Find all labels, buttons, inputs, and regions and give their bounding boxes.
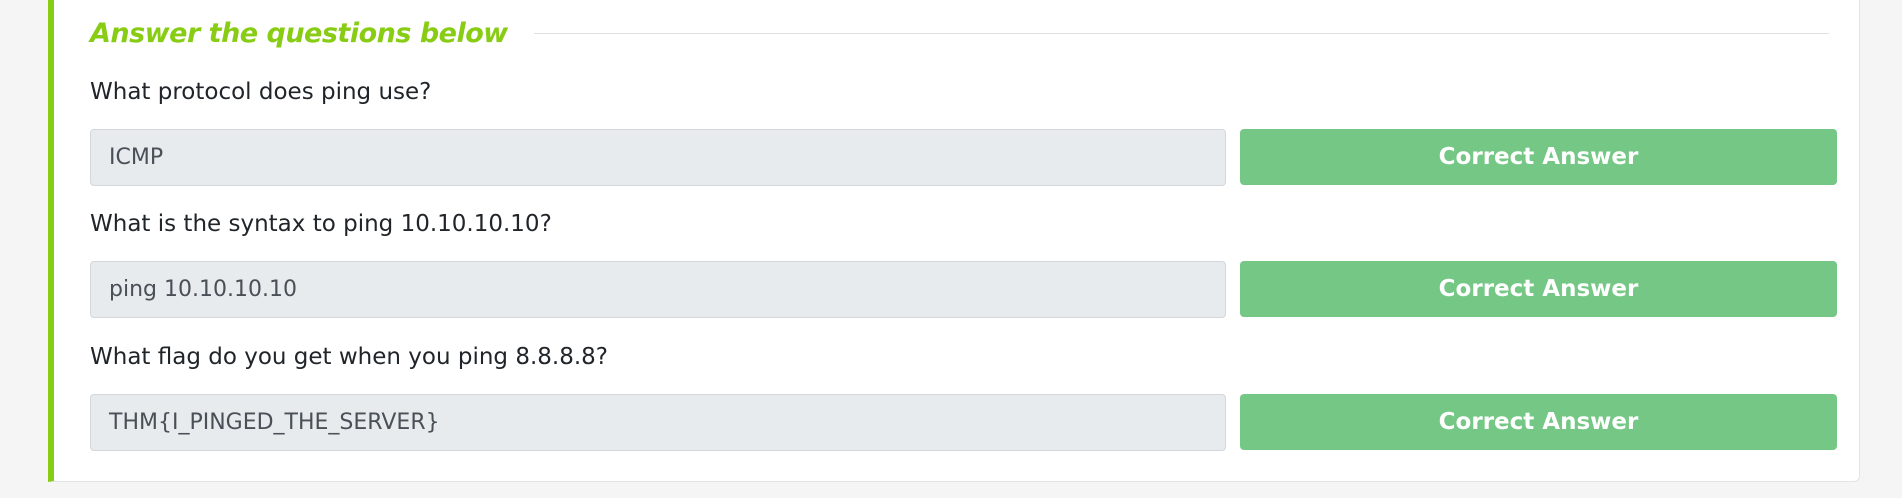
answer-1-field[interactable]: ICMP bbox=[90, 129, 1226, 186]
answer-2-field[interactable]: ping 10.10.10.10 bbox=[90, 261, 1226, 318]
section-heading-row: Answer the questions below bbox=[90, 9, 1829, 57]
question-3-text: What flag do you get when you ping 8.8.8… bbox=[90, 344, 609, 370]
correct-answer-2-button[interactable]: Correct Answer bbox=[1240, 261, 1837, 317]
question-1-text: What protocol does ping use? bbox=[90, 79, 432, 105]
section-heading: Answer the questions below bbox=[90, 17, 508, 49]
heading-divider bbox=[533, 32, 1829, 34]
question-2-text: What is the syntax to ping 10.10.10.10? bbox=[90, 211, 552, 237]
correct-answer-3-button[interactable]: Correct Answer bbox=[1240, 394, 1837, 450]
correct-answer-1-button[interactable]: Correct Answer bbox=[1240, 129, 1837, 185]
answer-3-field[interactable]: THM{I_PINGED_THE_SERVER} bbox=[90, 394, 1226, 451]
questions-card: Answer the questions below What protocol… bbox=[48, 0, 1860, 482]
